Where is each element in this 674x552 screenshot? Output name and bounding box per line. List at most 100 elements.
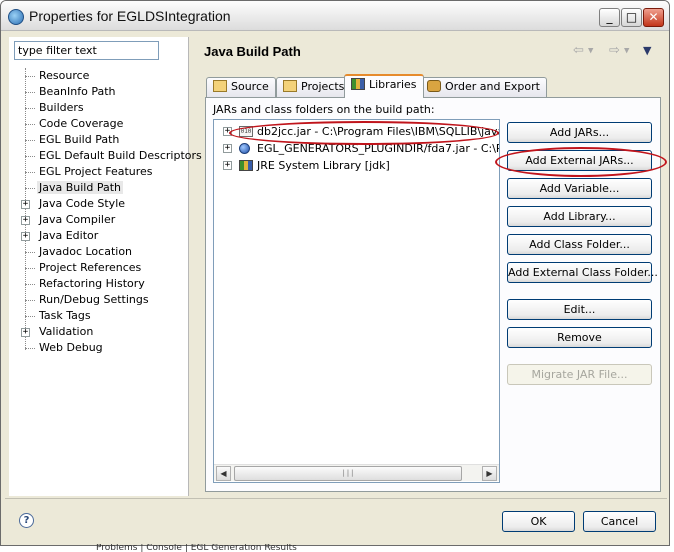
tree-item[interactable]: Run/Debug Settings (17, 292, 187, 308)
tree-item[interactable]: Web Debug (17, 340, 187, 356)
migrate-jar-button: Migrate JAR File... (507, 364, 652, 385)
tree-item[interactable]: + Java Editor (17, 228, 187, 244)
add-class-folder-button[interactable]: Add Class Folder... (507, 234, 652, 255)
cancel-button[interactable]: Cancel (583, 511, 656, 532)
window-title: Properties for EGLDSIntegration (29, 8, 231, 24)
tree-item-label: EGL Build Path (39, 133, 120, 146)
tree-connector (25, 252, 35, 253)
back-arrow-icon[interactable]: ⇦ ▼ (573, 43, 593, 58)
tree-item[interactable]: EGL Project Features (17, 164, 187, 180)
tree-item-label: Code Coverage (39, 117, 124, 130)
variable-jar-icon (239, 143, 250, 154)
tree-item-label: Run/Debug Settings (39, 293, 149, 306)
tree-item-label: Builders (39, 101, 84, 114)
tree-connector (25, 92, 35, 93)
projects-folder-icon (283, 80, 297, 92)
tab-projects[interactable]: Projects (276, 77, 352, 97)
tree-item[interactable]: BeanInfo Path (17, 84, 187, 100)
tree-item-label: Project References (39, 261, 142, 274)
tree-item[interactable]: + Validation (17, 324, 187, 340)
expand-icon[interactable]: + (21, 200, 30, 209)
libraries-icon (351, 78, 365, 90)
scrollbar-thumb[interactable]: ||| (234, 466, 462, 481)
tree-item[interactable]: + Java Compiler (17, 212, 187, 228)
view-menu-icon[interactable]: ▼ (643, 44, 651, 57)
expand-icon[interactable]: + (21, 216, 30, 225)
expand-icon[interactable]: + (21, 232, 30, 241)
tree-item-label: Java Compiler (39, 213, 116, 226)
tree-item[interactable]: Project References (17, 260, 187, 276)
ok-button[interactable]: OK (502, 511, 575, 532)
tree-item-label: BeanInfo Path (39, 85, 116, 98)
tree-connector (25, 188, 35, 189)
tree-item-label: Web Debug (39, 341, 103, 354)
add-library-button[interactable]: Add Library... (507, 206, 652, 227)
tab-libraries[interactable]: Libraries (344, 74, 424, 98)
background-view-tabs: Problems | Console | EGL Generation Resu… (96, 544, 297, 552)
add-jars-button[interactable]: Add JARs... (507, 122, 652, 143)
expand-icon[interactable]: + (223, 144, 232, 153)
help-icon[interactable]: ? (19, 513, 34, 528)
tree-item[interactable]: Builders (17, 100, 187, 116)
properties-dialog: Properties for EGLDSIntegration _ □ ✕ Re… (0, 0, 670, 546)
library-books-icon (239, 160, 253, 171)
list-item-db2jcc[interactable]: + 010 db2jcc.jar - C:\Program Files\IBM\… (214, 123, 499, 140)
tree-item[interactable]: Refactoring History (17, 276, 187, 292)
tree-item[interactable]: EGL Default Build Descriptors (17, 148, 202, 164)
tree-connector (25, 76, 35, 77)
list-item-jre-library[interactable]: + JRE System Library [jdk] (214, 157, 499, 174)
tree-connector (25, 268, 35, 269)
remove-button[interactable]: Remove (507, 327, 652, 348)
tree-item-label: EGL Project Features (39, 165, 153, 178)
tree-connector (25, 284, 35, 285)
filter-input[interactable] (14, 41, 159, 60)
tree-item[interactable]: + Java Code Style (17, 196, 187, 212)
source-folder-icon (213, 80, 227, 92)
expand-icon[interactable]: + (21, 328, 30, 337)
tree-item-label: Refactoring History (39, 277, 145, 290)
list-item-label: db2jcc.jar - C:\Program Files\IBM\SQLLIB… (257, 125, 500, 138)
tree-item-label: Java Editor (39, 229, 99, 242)
jar-icon: 010 (239, 126, 253, 137)
title-bar[interactable]: Properties for EGLDSIntegration _ □ ✕ (1, 1, 669, 31)
tree-connector (25, 140, 35, 141)
build-path-list[interactable]: + 010 db2jcc.jar - C:\Program Files\IBM\… (213, 119, 500, 483)
preference-tree: Resource BeanInfo Path Builders Code Covera… (17, 68, 202, 356)
forward-arrow-icon[interactable]: ⇨ ▼ (609, 43, 629, 58)
order-export-icon (427, 80, 441, 92)
horizontal-scrollbar[interactable]: ◀ ||| ▶ (214, 464, 499, 481)
edit-button[interactable]: Edit... (507, 299, 652, 320)
scroll-right-arrow-icon[interactable]: ▶ (482, 466, 497, 481)
tree-item[interactable]: Task Tags (17, 308, 187, 324)
tree-connector (25, 108, 35, 109)
expand-icon[interactable]: + (223, 161, 232, 170)
tree-item[interactable]: Javadoc Location (17, 244, 187, 260)
list-item-egl-generators[interactable]: + EGL_GENERATORS_PLUGINDIR/fda7.jar - C:… (214, 140, 499, 157)
minimize-button[interactable]: _ (599, 8, 620, 27)
tree-item-label: Java Build Path (37, 181, 124, 194)
tree-connector (25, 316, 35, 317)
expand-icon[interactable]: + (223, 127, 232, 136)
page-title: Java Build Path (204, 44, 301, 59)
tree-item[interactable]: Java Build Path (17, 180, 187, 196)
add-external-class-folder-button[interactable]: Add External Class Folder... (507, 262, 658, 283)
maximize-button[interactable]: □ (621, 8, 642, 27)
tree-item[interactable]: EGL Build Path (17, 132, 187, 148)
tab-order-and-export[interactable]: Order and Export (420, 77, 547, 97)
tree-item-label: Validation (39, 325, 94, 338)
add-variable-button[interactable]: Add Variable... (507, 178, 652, 199)
tree-connector (25, 300, 35, 301)
dialog-separator (5, 498, 667, 499)
list-item-label: JRE System Library [jdk] (257, 159, 390, 172)
tree-connector (25, 348, 35, 349)
tab-source[interactable]: Source (206, 77, 276, 97)
tree-item-label: Resource (39, 69, 90, 82)
jars-list-label: JARs and class folders on the build path… (213, 103, 435, 116)
tree-item[interactable]: Code Coverage (17, 116, 187, 132)
scroll-left-arrow-icon[interactable]: ◀ (216, 466, 231, 481)
close-button[interactable]: ✕ (643, 8, 664, 27)
tree-connector (25, 156, 35, 157)
add-external-jars-button[interactable]: Add External JARs... (507, 150, 652, 171)
eclipse-app-icon (8, 9, 24, 25)
tree-item[interactable]: Resource (17, 68, 187, 84)
